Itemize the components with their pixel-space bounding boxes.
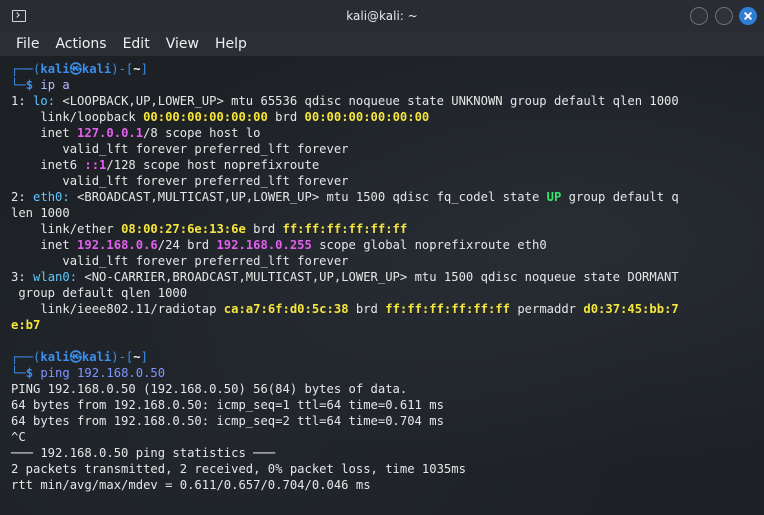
output-line: rtt min/avg/max/mdev = 0.611/0.657/0.704… [11,478,371,492]
output-line: link/ieee802.11/radiotap ca:a7:6f:d0:5c:… [11,302,679,316]
output-line: group default qlen 1000 [11,286,188,300]
output-line: inet 192.168.0.6/24 brd 192.168.0.255 sc… [11,238,547,252]
output-line: 64 bytes from 192.168.0.50: icmp_seq=1 t… [11,398,444,412]
prompt-line-command: └─$ ping 192.168.0.50 [11,366,166,380]
output-line: ^C [11,430,26,444]
output-line: 2: eth0: <BROADCAST,MULTICAST,UP,LOWER_U… [11,190,679,204]
output-line: link/ether 08:00:27:6e:13:6e brd ff:ff:f… [11,222,408,236]
prompt-line-command: └─$ ip a [11,78,70,92]
output-line: PING 192.168.0.50 (192.168.0.50) 56(84) … [11,382,408,396]
maximize-button[interactable] [715,7,733,25]
output-line: 1: lo: <LOOPBACK,UP,LOWER_UP> mtu 65536 … [11,94,679,108]
close-button[interactable] [739,7,757,25]
terminal-output[interactable]: ┌──(kali㉿kali)-[~] └─$ ip a 1: lo: <LOOP… [0,56,764,515]
menu-view[interactable]: View [158,36,207,52]
output-line: valid_lft forever preferred_lft forever [11,174,349,188]
output-line: 3: wlan0: <NO-CARRIER,BROADCAST,MULTICAS… [11,270,679,284]
prompt-line-top: ┌──(kali㉿kali)-[~] [11,350,148,364]
output-line: ─── 192.168.0.50 ping statistics ─── [11,446,276,460]
menu-file[interactable]: File [0,36,47,52]
menu-edit[interactable]: Edit [115,36,158,52]
output-line: inet 127.0.0.1/8 scope host lo [11,126,261,140]
prompt-line-top: ┌──(kali㉿kali)-[~] [11,62,148,76]
output-line: len 1000 [11,206,70,220]
menu-bar: File Actions Edit View Help [0,32,764,56]
menu-actions[interactable]: Actions [47,36,114,52]
output-line: 2 packets transmitted, 2 received, 0% pa… [11,462,466,476]
minimize-button[interactable] [690,7,708,25]
output-line: link/loopback 00:00:00:00:00:00 brd 00:0… [11,110,430,124]
output-line: valid_lft forever preferred_lft forever [11,142,349,156]
output-line: e:b7 [11,318,41,332]
terminal-window: kali@kali: ~ File Actions Edit View Help… [0,0,764,515]
output-line: valid_lft forever preferred_lft forever [11,254,349,268]
output-line: inet6 ::1/128 scope host noprefixroute [11,158,320,172]
menu-help[interactable]: Help [207,36,255,52]
output-line: 64 bytes from 192.168.0.50: icmp_seq=2 t… [11,414,444,428]
window-title: kali@kali: ~ [346,9,418,23]
title-bar[interactable]: kali@kali: ~ [0,0,764,32]
